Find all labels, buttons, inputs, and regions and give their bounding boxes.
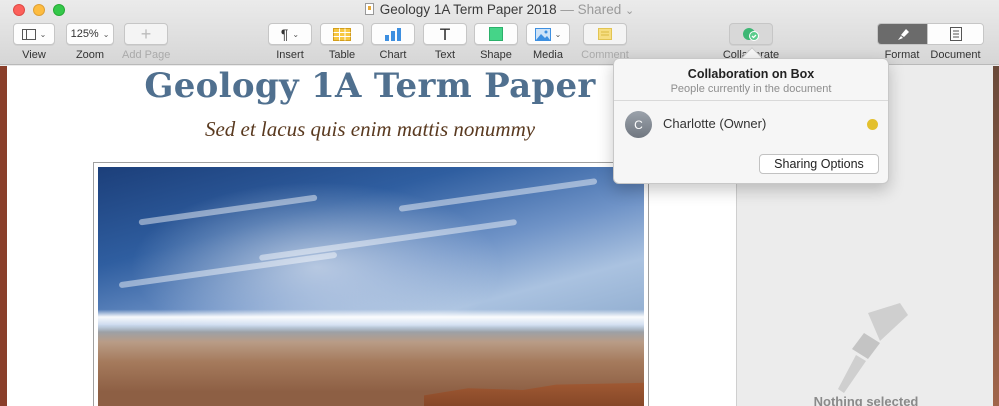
insert-tool: ¶ ⌄ Insert [268, 23, 312, 61]
media-label: Media [533, 49, 563, 61]
collaborate-icon [743, 28, 759, 41]
window-title-text: Geology 1A Term Paper 2018 [379, 2, 557, 17]
media-chevron-icon: ⌄ [554, 29, 562, 39]
zoom-tool: 125% ⌄ Zoom [66, 23, 114, 61]
window-title-status: Shared [577, 2, 622, 17]
text-tool: T Text [423, 23, 467, 61]
plus-icon: + [140, 23, 152, 44]
title-chevron-icon: ⌄ [624, 5, 635, 17]
document-image[interactable] [93, 162, 649, 406]
table-label: Table [328, 49, 356, 61]
collaboration-popover: Collaboration on Box People currently in… [613, 58, 889, 184]
popover-divider [614, 100, 888, 101]
insert-chevron-icon: ⌄ [292, 29, 300, 39]
pilcrow-icon: ¶ [280, 26, 289, 42]
view-tool: ⌄ View [13, 23, 55, 61]
document-button[interactable] [927, 24, 983, 44]
collaborate-button[interactable] [729, 23, 773, 45]
table-tool: Table [320, 23, 364, 61]
sidebar-empty-state: Nothing selected [813, 394, 919, 406]
view-label: View [22, 49, 46, 61]
paintbrush-icon [897, 29, 909, 40]
view-chevron-icon: ⌄ [39, 29, 47, 39]
text-label: Text [434, 49, 456, 61]
popover-title: Collaboration on Box [687, 67, 815, 81]
format-button[interactable] [878, 24, 928, 44]
participant-name: Charlotte (Owner) [663, 116, 767, 131]
text-button[interactable]: T [423, 23, 467, 45]
cloud-streak [118, 251, 338, 289]
shape-tool: Shape [474, 23, 518, 61]
insert-label: Insert [276, 49, 304, 61]
chart-label: Chart [379, 49, 407, 61]
table-button[interactable] [320, 23, 364, 45]
avatar: C [625, 111, 652, 138]
add-page-button[interactable]: + [124, 23, 168, 45]
media-tool: ⌄ Media [526, 23, 570, 61]
photo-icon [534, 27, 551, 41]
insert-button[interactable]: ¶ ⌄ [268, 23, 312, 45]
document-label: Document [930, 49, 981, 61]
comment-button[interactable] [583, 23, 627, 45]
cloud-streak [398, 178, 598, 212]
shape-icon [489, 27, 503, 41]
zoom-popup[interactable]: 125% ⌄ [66, 23, 114, 45]
pages-window: Geology 1A Term Paper 2018 — Shared ⌄ ⌄ … [0, 0, 999, 406]
chart-button[interactable] [371, 23, 415, 45]
inspector-labels: Format Document [877, 49, 984, 61]
canyon-cliff [424, 382, 644, 406]
media-button[interactable]: ⌄ [526, 23, 570, 45]
sharing-options-button[interactable]: Sharing Options [759, 154, 879, 174]
shape-button[interactable] [474, 23, 518, 45]
add-page-label: Add Page [122, 49, 171, 61]
document-icon [364, 3, 374, 15]
comment-tool: Comment [577, 23, 633, 61]
presence-indicator [867, 119, 878, 130]
add-page-tool: + Add Page [122, 23, 170, 61]
zoom-label: Zoom [75, 49, 105, 61]
cloud-streak [138, 194, 318, 226]
inspector-segmented-control [877, 23, 984, 45]
window-title[interactable]: Geology 1A Term Paper 2018 — Shared ⌄ [0, 2, 999, 17]
zoom-value: 125% [70, 28, 99, 40]
view-button[interactable]: ⌄ [13, 23, 55, 45]
desktop-background-edge-right [993, 66, 999, 406]
inspector-tool: Format Document [877, 23, 984, 61]
toolbar: Geology 1A Term Paper 2018 — Shared ⌄ ⌄ … [0, 0, 999, 65]
popover-subtitle: People currently in the document [670, 83, 832, 95]
document-inspector-icon [949, 27, 962, 41]
canyon-photo [98, 167, 644, 406]
empty-paintbrush-icon [838, 303, 908, 393]
comment-icon [598, 28, 612, 40]
window-title-separator: — [556, 2, 578, 17]
zoom-chevron-icon: ⌄ [102, 29, 110, 39]
table-icon [333, 27, 351, 41]
text-icon: T [440, 24, 450, 44]
bar-chart-icon [385, 28, 401, 41]
shape-label: Shape [480, 49, 512, 61]
sidebar-view-icon [21, 28, 36, 40]
chart-tool: Chart [371, 23, 415, 61]
cloud-streak [258, 218, 518, 262]
